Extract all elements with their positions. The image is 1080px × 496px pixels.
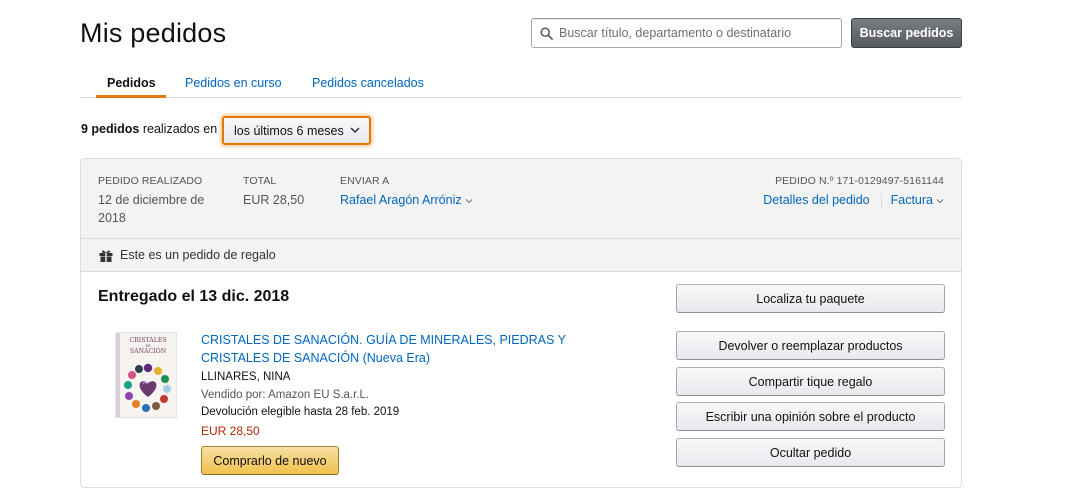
order-placed-label: PEDIDO REALIZADO bbox=[98, 175, 203, 187]
order-card: PEDIDO REALIZADO 12 de diciembre de 2018… bbox=[80, 158, 962, 488]
gift-icon bbox=[99, 250, 113, 262]
order-links: Detalles del pedido Factura bbox=[763, 191, 944, 209]
buy-again-button[interactable]: Comprarlo de nuevo bbox=[201, 446, 339, 475]
order-tabs: Pedidos Pedidos en curso Pedidos cancela… bbox=[80, 70, 962, 98]
ship-to-name: Rafael Aragón Arróniz bbox=[340, 193, 462, 207]
chevron-down-icon bbox=[350, 127, 360, 134]
time-range-value: los últimos 6 meses bbox=[234, 123, 344, 138]
ship-to-link[interactable]: Rafael Aragón Arróniz bbox=[340, 191, 473, 209]
tab-pedidos[interactable]: Pedidos bbox=[107, 76, 156, 90]
cover-text-1: CRISTALES bbox=[129, 337, 166, 344]
orders-count: 9 pedidos bbox=[81, 122, 140, 136]
product-price: EUR 28,50 bbox=[201, 424, 260, 438]
order-total-value: EUR 28,50 bbox=[243, 193, 305, 207]
invoice-label: Factura bbox=[890, 193, 933, 207]
write-review-button[interactable]: Escribir una opinión sobre el producto bbox=[676, 402, 945, 431]
order-number: PEDIDO N.º 171-0129497-5161144 bbox=[775, 175, 944, 187]
gift-notice-text: Este es un pedido de regalo bbox=[120, 248, 276, 262]
product-seller: Vendido por: Amazon EU S.a.r.L. bbox=[201, 389, 370, 401]
return-replace-button[interactable]: Devolver o reemplazar productos bbox=[676, 331, 945, 360]
share-gift-receipt-button[interactable]: Compartir tique regalo bbox=[676, 367, 945, 396]
link-separator bbox=[880, 193, 882, 208]
order-details-link[interactable]: Detalles del pedido bbox=[763, 193, 869, 207]
orders-summary: 9 pedidos realizados en bbox=[81, 122, 217, 136]
time-range-dropdown[interactable]: los últimos 6 meses bbox=[222, 116, 371, 145]
delivery-status: Entregado el 13 dic. 2018 bbox=[98, 288, 290, 305]
tab-pedidos-cancelados[interactable]: Pedidos cancelados bbox=[312, 76, 424, 90]
chevron-down-icon bbox=[465, 198, 472, 203]
page-title: Mis pedidos bbox=[80, 18, 227, 48]
active-tab-indicator bbox=[96, 95, 166, 98]
search-input[interactable] bbox=[559, 26, 839, 40]
order-total-label: TOTAL bbox=[243, 175, 277, 187]
order-placed-column: PEDIDO REALIZADO 12 de diciembre de 2018 bbox=[98, 175, 218, 227]
product-title-link[interactable]: CRISTALES DE SANACIÓN. GUÍA DE MINERALES… bbox=[201, 331, 631, 367]
search-icon bbox=[540, 26, 553, 40]
hide-order-button[interactable]: Ocultar pedido bbox=[676, 438, 945, 467]
ship-to-column: ENVIAR A Rafael Aragón Arróniz bbox=[340, 175, 473, 209]
return-eligibility: Devolución elegible hasta 28 feb. 2019 bbox=[201, 406, 400, 418]
product-image[interactable]: CRISTALES DE SANACIÓN bbox=[115, 332, 177, 418]
track-package-button[interactable]: Localiza tu paquete bbox=[676, 284, 945, 313]
search-box[interactable] bbox=[531, 18, 842, 48]
tab-pedidos-en-curso[interactable]: Pedidos en curso bbox=[185, 76, 282, 90]
invoice-link[interactable]: Factura bbox=[891, 193, 944, 207]
product-author: LLINARES, NINA bbox=[201, 371, 291, 383]
book-cover-icon: CRISTALES DE SANACIÓN bbox=[116, 333, 176, 417]
search-orders-button[interactable]: Buscar pedidos bbox=[851, 18, 962, 48]
order-number-column: PEDIDO N.º 171-0129497-5161144 Detalles … bbox=[763, 175, 944, 209]
ship-to-label: ENVIAR A bbox=[340, 175, 390, 187]
order-placed-date: 12 de diciembre de 2018 bbox=[98, 193, 205, 225]
chevron-down-icon bbox=[936, 198, 944, 203]
order-total-column: TOTAL EUR 28,50 bbox=[243, 175, 304, 209]
gift-notice: Este es un pedido de regalo bbox=[81, 239, 961, 272]
cover-text-3: SANACIÓN bbox=[130, 347, 167, 355]
order-header: PEDIDO REALIZADO 12 de diciembre de 2018… bbox=[81, 159, 961, 239]
orders-summary-suffix: realizados en bbox=[142, 122, 218, 136]
